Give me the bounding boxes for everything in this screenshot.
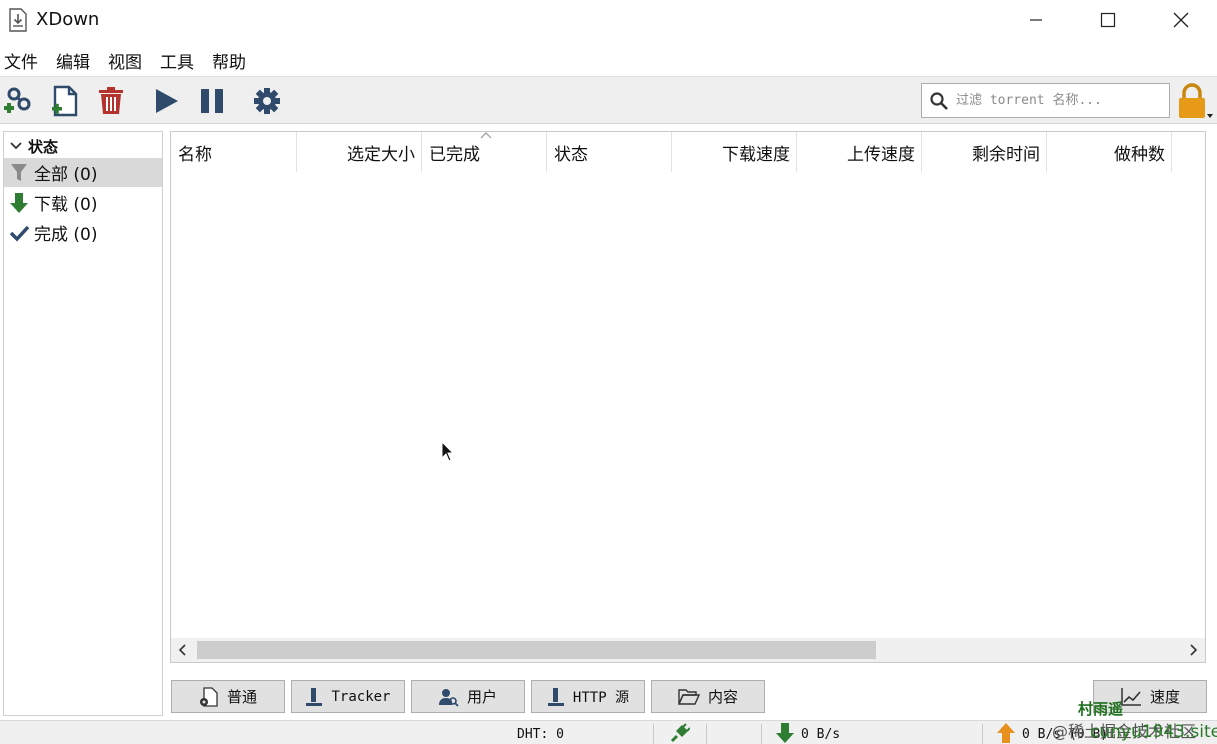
horizontal-scrollbar[interactable] — [171, 638, 1205, 662]
menu-view[interactable]: 视图 — [104, 44, 146, 74]
tab-tracker-label: Tracker — [331, 688, 391, 705]
add-file-button[interactable] — [50, 85, 82, 117]
trash-icon — [99, 87, 123, 114]
lock-icon — [1179, 83, 1213, 118]
tab-general-label: 普通 — [226, 688, 257, 706]
pause-icon — [201, 89, 223, 113]
watermark-author: 村雨遥 — [1078, 700, 1124, 718]
sidebar-item-all[interactable]: 全部 (0) — [4, 158, 162, 187]
delete-button[interactable] — [95, 85, 127, 117]
app-icon — [9, 8, 27, 32]
close-icon — [1173, 12, 1189, 28]
search-icon — [930, 92, 948, 110]
dht-status: DHT: 0 — [517, 727, 564, 742]
sidebar-item-completed[interactable]: 完成 (0) — [4, 218, 162, 247]
maximize-button[interactable] — [1072, 0, 1144, 40]
file-gear-icon — [199, 686, 218, 707]
watermark-site: cunyu1943.site — [1090, 722, 1217, 742]
menu-edit[interactable]: 编辑 — [52, 44, 94, 74]
filter-icon — [11, 163, 27, 181]
chevron-left-icon — [178, 644, 186, 656]
sidebar-item-label: 全部 (0) — [34, 165, 98, 185]
status-group-label: 状态 — [28, 137, 59, 156]
menu-help[interactable]: 帮助 — [208, 44, 250, 74]
close-button[interactable] — [1145, 0, 1217, 40]
tab-peers[interactable]: 用户 — [411, 680, 525, 713]
status-separator — [761, 724, 762, 744]
tab-general[interactable]: 普通 — [171, 680, 285, 713]
network-plug-icon — [670, 723, 690, 743]
scroll-left-button[interactable] — [171, 638, 195, 662]
column-header-eta[interactable]: 剩余时间 — [922, 132, 1047, 172]
tab-http-sources-label: HTTP 源 — [572, 689, 630, 706]
sidebar-item-label: 下载 (0) — [34, 195, 98, 215]
play-icon — [156, 89, 178, 113]
tab-content[interactable]: 内容 — [651, 680, 765, 713]
tab-http-sources[interactable]: HTTP 源 — [531, 680, 645, 713]
filter-box — [921, 83, 1170, 118]
tab-speed-label: 速度 — [1149, 688, 1180, 706]
maximize-icon — [1100, 12, 1116, 28]
antenna-icon — [306, 687, 323, 706]
window-title: XDown — [36, 9, 100, 30]
upload-speed-icon — [997, 723, 1015, 743]
settings-button[interactable] — [251, 85, 283, 117]
tab-content-label: 内容 — [707, 688, 738, 706]
scrollbar-thumb[interactable] — [197, 641, 876, 659]
user-search-icon — [438, 688, 459, 707]
status-separator — [653, 724, 654, 744]
sidebar-item-downloading[interactable]: 下载 (0) — [4, 188, 162, 217]
minimize-button[interactable] — [1000, 0, 1072, 40]
download-speed-icon — [776, 723, 794, 743]
column-header-seeds[interactable]: 做种数 — [1047, 132, 1172, 172]
tab-tracker[interactable]: Tracker — [291, 680, 405, 713]
add-file-icon — [52, 85, 78, 117]
lock-button[interactable] — [1175, 81, 1215, 121]
status-separator — [706, 724, 707, 744]
download-arrow-icon — [10, 192, 28, 213]
status-sidebar: 状态 全部 (0) 下载 (0) 完成 (0) — [3, 131, 163, 716]
sidebar-item-label: 完成 (0) — [34, 225, 98, 245]
filter-input[interactable] — [956, 88, 1164, 113]
column-header-download-speed[interactable]: 下载速度 — [672, 132, 797, 172]
status-bar: DHT: 0 0 B/s 0 B/s (0 B) — [0, 720, 1217, 744]
add-link-icon — [4, 87, 31, 113]
add-link-button[interactable] — [3, 85, 35, 117]
status-group-header[interactable]: 状态 — [4, 134, 162, 158]
download-speed-status: 0 B/s — [801, 727, 841, 742]
gear-icon — [254, 88, 280, 114]
checkmark-icon — [9, 225, 29, 242]
menu-tools[interactable]: 工具 — [156, 44, 198, 74]
list-header: 名称 选定大小 已完成 状态 下载速度 上传速度 剩余时间 做种数 — [171, 132, 1205, 172]
scroll-right-button[interactable] — [1181, 638, 1205, 662]
folder-open-icon — [677, 688, 700, 705]
chevron-down-icon — [10, 142, 22, 150]
chevron-right-icon — [1190, 644, 1198, 656]
sort-ascending-icon — [480, 132, 492, 139]
status-separator — [982, 724, 983, 744]
toolbar — [0, 76, 1217, 124]
menu-bar: 文件 编辑 视图 工具 帮助 — [0, 44, 260, 74]
title-bar: XDown — [0, 0, 1217, 40]
chart-line-icon — [1121, 687, 1141, 706]
torrent-list[interactable]: 名称 选定大小 已完成 状态 下载速度 上传速度 剩余时间 做种数 — [170, 131, 1206, 663]
menu-file[interactable]: 文件 — [0, 44, 42, 74]
column-header-upload-speed[interactable]: 上传速度 — [797, 132, 922, 172]
column-header-name[interactable]: 名称 — [171, 132, 297, 172]
mouse-cursor-icon — [441, 441, 455, 462]
column-header-status[interactable]: 状态 — [547, 132, 672, 172]
resume-button[interactable] — [150, 85, 182, 117]
antenna-icon — [547, 687, 564, 706]
tab-peers-label: 用户 — [466, 688, 497, 706]
minimize-icon — [1030, 19, 1042, 21]
pause-button[interactable] — [196, 85, 228, 117]
column-header-size[interactable]: 选定大小 — [297, 132, 422, 172]
